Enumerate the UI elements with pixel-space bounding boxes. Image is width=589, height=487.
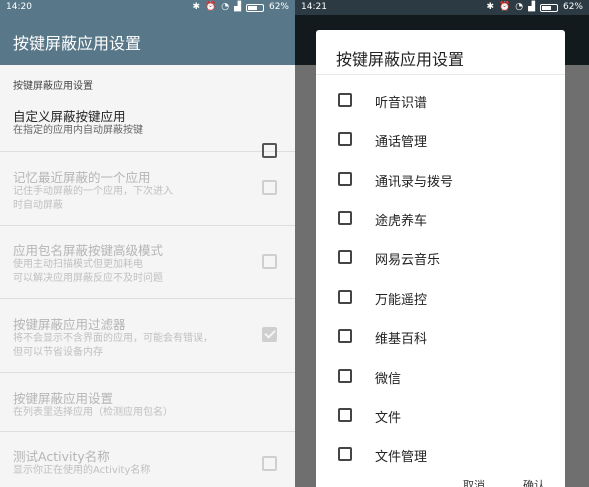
option-label: 通讯录与拨号 [375,175,454,190]
pref-remember-last-app[interactable]: 记忆最近屏蔽的一个应用 记住手动屏蔽的一个应用，下次进入 时自动屏蔽 [0,152,295,226]
pref-app-settings[interactable]: 按键屏蔽应用设置 在列表里选择应用（检测应用包名） [0,373,295,432]
pref-title: 按键屏蔽应用过滤器 [13,317,126,332]
option-checkbox[interactable] [338,132,352,146]
alarm-icon: ⏰ [204,2,217,12]
option-label: 通话管理 [375,135,428,150]
pref-title: 记忆最近屏蔽的一个应用 [13,170,151,185]
option-label: 微信 [375,372,402,387]
signal-icon: ▟ [528,2,535,12]
app-option[interactable]: 通讯录与拨号 [316,160,565,199]
battery-icon [245,3,264,12]
option-label: 维基百科 [375,332,428,347]
pref-checkbox[interactable] [262,254,277,269]
pref-checkbox[interactable] [262,180,277,195]
app-select-dialog: 按键屏蔽应用设置 听音识谱 通话管理 通讯录与拨号 途虎养车 网易云音乐 万能遥… [316,30,565,487]
app-option[interactable]: 微信 [316,357,565,396]
preference-list: 按键屏蔽应用设置 自定义屏蔽按键应用 在指定的应用内自动屏蔽按键 记忆最近屏蔽的… [0,65,295,487]
option-checkbox[interactable] [338,93,352,107]
pref-advanced-mode[interactable]: 应用包名屏蔽按键高级模式 使用主动扫描模式但更加耗电 可以解决应用屏蔽反应不及时… [0,226,295,299]
pref-summary: 将不会显示不含界面的应用，可能会有错误， [13,333,213,344]
option-checkbox[interactable] [338,369,352,383]
option-checkbox[interactable] [338,447,352,461]
pref-title: 按键屏蔽应用设置 [13,391,114,406]
pref-test-activity-name[interactable]: 测试Activity名称 显示你正在使用的Activity名称 [0,432,295,487]
option-checkbox[interactable] [338,172,352,186]
pref-app-filter[interactable]: 按键屏蔽应用过滤器 将不会显示不含界面的应用，可能会有错误， 但可以节省设备内存 [0,299,295,373]
status-bar: 14:20 ✱ ⏰ ◔ ▟ 62% [0,0,295,15]
pref-title: 应用包名屏蔽按键高级模式 [13,243,164,258]
alarm-icon: ⏰ [498,2,511,12]
dialog-divider [316,74,565,75]
app-option[interactable]: 文件管理 [316,435,565,474]
battery-icon [539,3,558,12]
ok-button[interactable]: 确认 [523,477,545,487]
app-bar: 按键屏蔽应用设置 [0,15,295,65]
status-time: 14:20 [6,2,32,12]
option-label: 文件管理 [375,450,428,465]
app-option[interactable]: 网易云音乐 [316,238,565,277]
pref-summary-line2: 时自动屏蔽 [13,200,63,211]
pref-title: 测试Activity名称 [13,449,110,464]
option-label: 万能遥控 [375,293,428,308]
signal-icon: ▟ [234,2,241,12]
option-label: 文件 [375,411,402,426]
pref-summary: 在指定的应用内自动屏蔽按键 [13,125,143,136]
status-bar: 14:21 ✱ ⏰ ◔ ▟ 62% [295,0,589,15]
dialog-screen: 14:21 ✱ ⏰ ◔ ▟ 62% 按键屏蔽应用设置 听音识谱 通话管理 通讯录… [295,0,589,487]
pref-summary-line2: 但可以节省设备内存 [13,347,103,358]
category-header: 按键屏蔽应用设置 [13,81,93,92]
option-checkbox[interactable] [338,211,352,225]
pref-checkbox[interactable] [262,327,277,342]
pref-summary: 记住手动屏蔽的一个应用，下次进入 [13,186,173,197]
app-option[interactable]: 万能遥控 [316,278,565,317]
status-time: 14:21 [301,2,327,12]
option-checkbox[interactable] [338,250,352,264]
wifi-icon: ◔ [221,2,230,12]
option-label: 听音识谱 [375,96,428,111]
app-option[interactable]: 通话管理 [316,120,565,159]
bluetooth-icon: ✱ [192,2,200,12]
pref-title: 自定义屏蔽按键应用 [13,109,126,124]
option-checkbox[interactable] [338,408,352,422]
pref-summary: 显示你正在使用的Activity名称 [13,465,151,476]
app-option[interactable]: 听音识谱 [316,81,565,120]
pref-summary: 在列表里选择应用（检测应用包名） [13,407,173,418]
app-option[interactable]: 文件 [316,396,565,435]
option-label: 途虎养车 [375,214,428,229]
dialog-title: 按键屏蔽应用设置 [336,50,465,69]
pref-custom-block-apps[interactable]: 自定义屏蔽按键应用 在指定的应用内自动屏蔽按键 [0,95,295,158]
bluetooth-icon: ✱ [486,2,494,12]
pref-summary-line2: 可以解决应用屏蔽反应不及时问题 [13,273,163,284]
cancel-button[interactable]: 取消 [463,477,485,487]
battery-percent: 62% [562,2,583,12]
app-option[interactable]: 维基百科 [316,317,565,356]
pref-summary: 使用主动扫描模式但更加耗电 [13,259,143,270]
pref-checkbox[interactable] [262,456,277,471]
page-title: 按键屏蔽应用设置 [13,34,142,53]
option-label: 网易云音乐 [375,253,441,268]
wifi-icon: ◔ [515,2,524,12]
battery-percent: 62% [268,2,289,12]
settings-screen: 14:20 ✱ ⏰ ◔ ▟ 62% 按键屏蔽应用设置 按键屏蔽应用设置 自定义屏… [0,0,295,487]
app-option[interactable]: 途虎养车 [316,199,565,238]
option-checkbox[interactable] [338,290,352,304]
option-checkbox[interactable] [338,329,352,343]
